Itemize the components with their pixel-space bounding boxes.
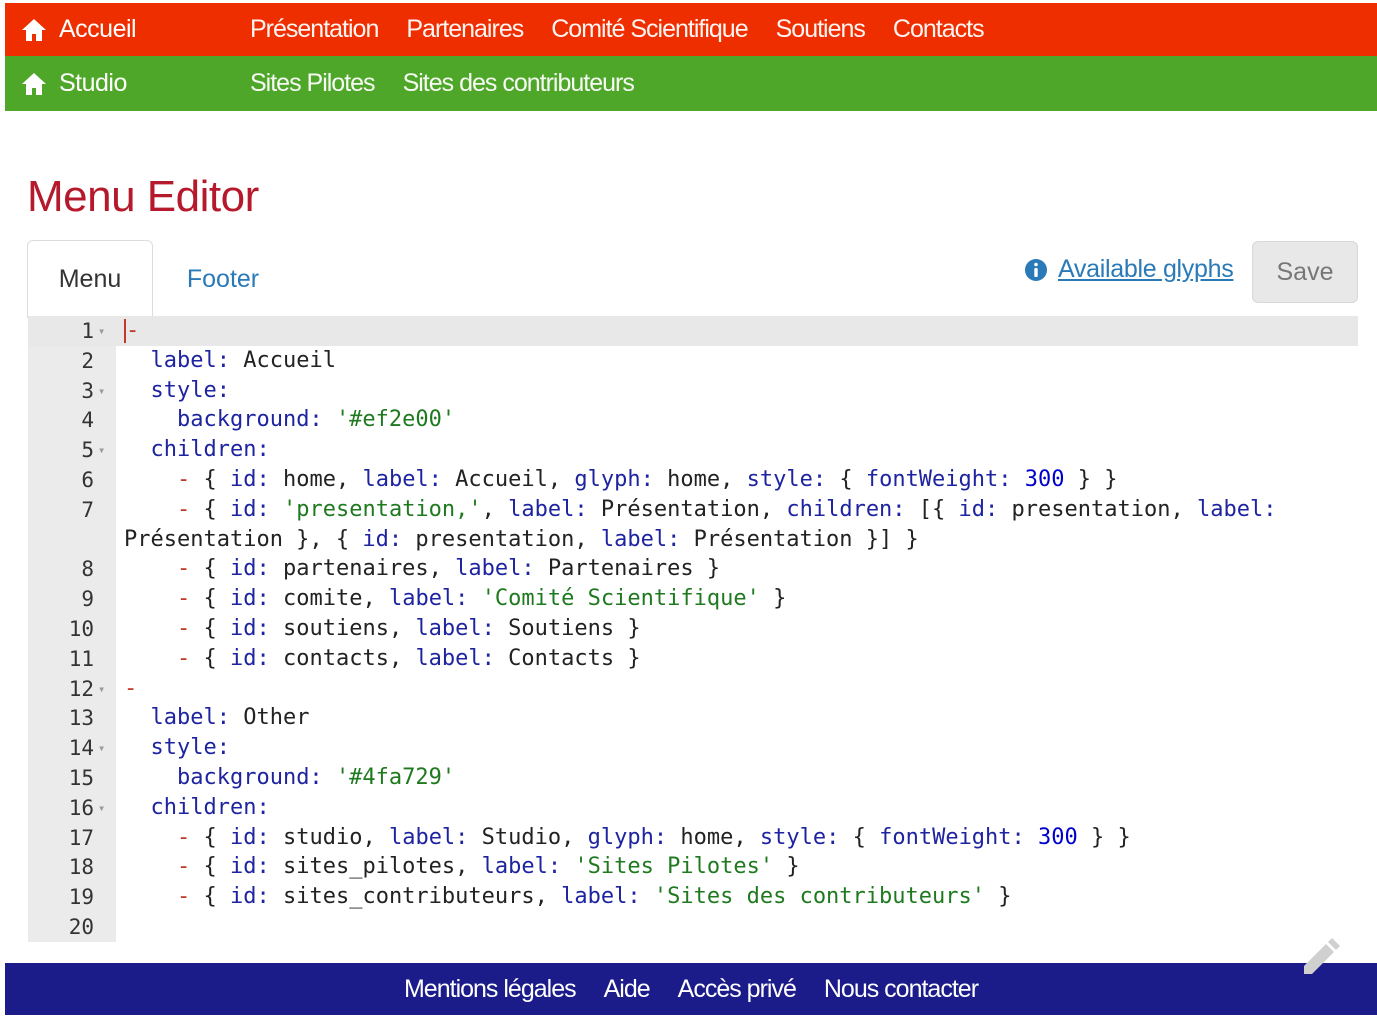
line-number: 5 [81,438,94,463]
line-number: 11 [68,646,94,671]
home-icon [22,72,46,95]
primary-navbar: Accueil Présentation Partenaires Comité … [5,3,1377,56]
footer-link-mentions[interactable]: Mentions légales [404,975,577,1004]
code-text: label: Other [150,705,310,731]
site-footer: Mentions légales Aide Accès privé Nous c… [5,963,1377,1015]
code-text: label: Accueil [150,347,336,373]
line-number: 10 [68,617,94,641]
code-text: children: [150,437,270,463]
brand-accueil[interactable]: Accueil [21,15,137,44]
line-number: 6 [81,468,94,492]
code-text: - { id: sites_pilotes, label: 'Sites Pil… [176,854,800,880]
brand-studio[interactable]: Studio [21,69,127,98]
line-number: 1 [81,319,94,343]
home-icon [22,18,46,41]
code-text: - { id: soutiens, label: Soutiens } [176,616,641,641]
code-editor[interactable]: 1 ▾ -2 label: Accueil 3 ▾ style: 4 background… [28,316,1358,942]
edit-pencil-icon[interactable] [1300,936,1344,976]
line-number: 4 [81,408,94,433]
line-number: 13 [68,706,94,731]
page-title: Menu Editor [27,172,259,221]
code-text: Présentation }, { id: presentation, labe… [124,526,919,552]
available-glyphs-label: Available glyphs [1058,255,1234,283]
nav-link-sites-contributeurs[interactable]: Sites des contributeurs [403,69,635,98]
code-text: background: '#ef2e00' [176,407,456,433]
line-number: 16 [68,795,94,820]
line-number: 20 [68,915,94,939]
nav-link-soutiens[interactable]: Soutiens [776,15,866,44]
nav-link-contacts[interactable]: Contacts [893,15,985,44]
code-text: children: [150,794,270,820]
footer-link-aide[interactable]: Aide [604,975,651,1004]
code-text: - [124,318,140,343]
code-text: - { id: contacts, label: Contacts } [176,645,641,671]
fold-arrow-icon[interactable]: ▾ [98,674,105,704]
info-icon [1025,258,1047,281]
line-number: 9 [81,587,94,612]
line-number: 2 [81,348,94,373]
nav-link-presentation[interactable]: Présentation [250,15,379,44]
fold-arrow-icon[interactable]: ▾ [98,733,105,763]
brand-label: Accueil [59,15,137,43]
code-text: - [124,675,138,701]
fold-arrow-icon[interactable]: ▾ [98,435,105,465]
code-text: - { id: sites_contributeurs, label: 'Sit… [176,884,1012,910]
save-button[interactable]: Save [1252,241,1358,303]
active-line-highlight [28,316,1358,346]
line-number: 7 [81,497,94,522]
fold-arrow-icon[interactable]: ▾ [98,376,105,406]
line-number: 19 [68,885,94,910]
tab-menu[interactable]: Menu [27,240,153,318]
tab-footer[interactable]: Footer [160,240,286,318]
line-number: 18 [68,855,94,880]
secondary-nav-links: Sites Pilotes Sites des contributeurs [250,69,662,98]
line-number: 8 [81,557,94,582]
code-text: background: '#4fa729' [176,765,456,790]
line-number: 3 [81,378,94,403]
code-text: style: [150,377,230,403]
fold-arrow-icon[interactable]: ▾ [98,793,105,823]
secondary-navbar: Studio Sites Pilotes Sites des contribut… [5,56,1377,111]
code-text: - { id: comite, label: 'Comité Scientifi… [176,586,787,612]
code-text: - { id: studio, label: Studio, glyph: ho… [176,824,1131,850]
primary-nav-links: Présentation Partenaires Comité Scientif… [250,15,1012,44]
nav-link-partenaires[interactable]: Partenaires [406,15,524,44]
footer-link-nous-contacter[interactable]: Nous contacter [824,975,979,1004]
fold-arrow-icon[interactable]: ▾ [98,316,105,346]
code-text: style: [150,735,230,761]
code-text: - { id: home, label: Accueil, glyph: hom… [176,467,1118,492]
nav-link-comite[interactable]: Comité Scientifique [551,15,748,44]
nav-link-sites-pilotes[interactable]: Sites Pilotes [250,69,376,98]
line-number: 17 [68,825,94,850]
footer-link-acces-prive[interactable]: Accès privé [678,975,797,1004]
line-number: 14 [68,736,94,761]
brand-label: Studio [59,69,127,97]
line-number: 15 [68,766,94,790]
available-glyphs-link[interactable]: Available glyphs [1024,255,1234,284]
code-text: - { id: 'presentation,', label: Présenta… [176,496,1277,522]
line-number: 12 [68,676,94,701]
code-text: - { id: partenaires, label: Partenaires … [176,556,721,582]
